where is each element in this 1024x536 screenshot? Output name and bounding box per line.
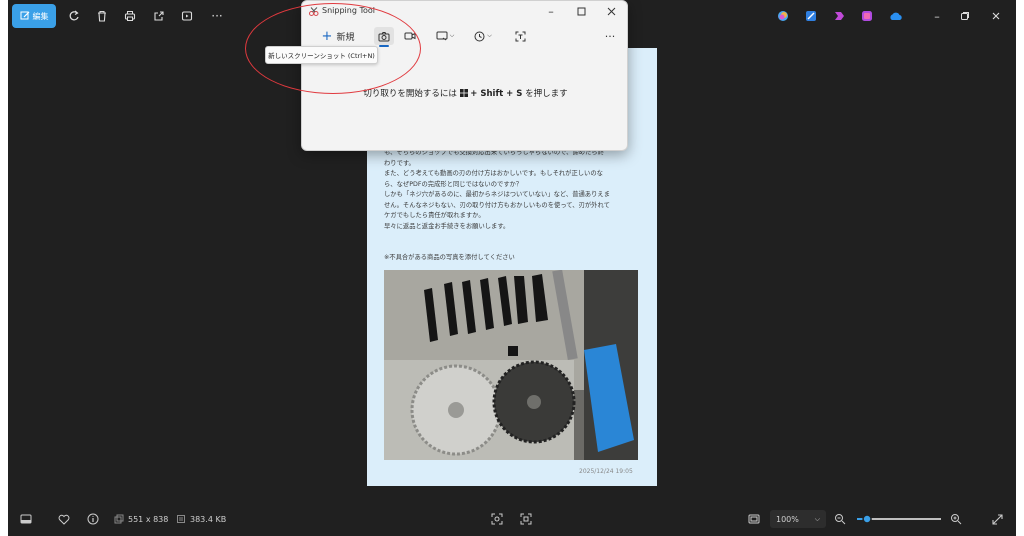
- zoom-in-icon: [951, 514, 962, 525]
- edit-label: 編集: [32, 11, 49, 21]
- rotate-button[interactable]: [63, 5, 85, 27]
- minimize-icon: –: [934, 9, 940, 23]
- restore-icon: [961, 12, 969, 20]
- status-bar: 551 x 838 383.4 KB 100% ⌵: [8, 502, 1016, 536]
- text-scan-icon: [520, 513, 532, 525]
- focus-icon: [491, 513, 503, 525]
- minimize-button[interactable]: –: [926, 5, 948, 27]
- snip-minimize-button[interactable]: –: [540, 3, 562, 19]
- zoom-out-button[interactable]: [834, 512, 846, 526]
- message-line: しかも「ネジ穴があるのに、最初からネジはついていない」など、普通ありえま: [384, 191, 610, 198]
- zoom-out-icon: [835, 514, 846, 525]
- clock-icon: [474, 31, 485, 41]
- designer-icon: [806, 11, 816, 21]
- rectangle-snip-icon: [436, 31, 448, 41]
- edit-button[interactable]: 編集: [12, 4, 56, 28]
- message-line: ケガでもしたら責任が取れますか。: [384, 212, 485, 219]
- share-icon: [154, 11, 164, 21]
- snip-shape-dropdown[interactable]: ⌵: [432, 27, 458, 45]
- dimensions-icon: [114, 514, 124, 524]
- clipchamp-icon: [835, 12, 844, 20]
- copilot-icon: [778, 11, 788, 21]
- minimize-icon: –: [548, 4, 554, 18]
- close-icon: [607, 7, 615, 15]
- delete-button[interactable]: [91, 5, 113, 27]
- chevron-down-icon: ⌵: [487, 32, 492, 39]
- filmstrip-button[interactable]: [20, 512, 32, 526]
- zoom-slider[interactable]: [856, 512, 942, 526]
- image-dimensions: 551 x 838: [114, 512, 168, 526]
- zoom-dropdown[interactable]: 100% ⌵: [770, 510, 826, 528]
- copilot-button[interactable]: [772, 5, 794, 27]
- saw-blades-photo: [384, 270, 638, 460]
- info-icon: [87, 513, 99, 525]
- clipchamp-button[interactable]: [828, 5, 850, 27]
- windows-key-icon: [459, 89, 468, 97]
- dimensions-value: 551 x 838: [128, 514, 169, 524]
- share-button[interactable]: [148, 5, 170, 27]
- onedrive-icon: [890, 12, 902, 20]
- slideshow-button[interactable]: [176, 5, 198, 27]
- editor-icon: [862, 11, 872, 21]
- chevron-down-icon: ⌵: [814, 514, 820, 523]
- annotation-circle: [245, 3, 421, 94]
- file-size: 383.4 KB: [176, 512, 226, 526]
- rotate-icon: [69, 10, 79, 21]
- fullscreen-button[interactable]: [992, 512, 1003, 526]
- snip-more-button[interactable]: ···: [600, 27, 620, 45]
- zoom-value: 100%: [776, 514, 799, 524]
- trash-icon: [98, 10, 106, 22]
- more-icon: ···: [211, 9, 223, 23]
- fit-window-button[interactable]: [748, 512, 760, 526]
- left-margin: [0, 0, 8, 536]
- zoom-slider-track: [857, 514, 941, 524]
- filmstrip-icon: [20, 514, 32, 524]
- message-line: わりです。: [384, 159, 415, 167]
- fit-screen-icon: [748, 514, 760, 524]
- message-line: また、どう考えても動画の刃の付け方はおかしいです。もしそれが正しいのな: [384, 170, 603, 177]
- close-button[interactable]: [985, 5, 1007, 27]
- print-icon: [124, 11, 136, 21]
- text-actions-icon: [515, 31, 525, 41]
- hint-keys: + Shift + S: [470, 89, 523, 99]
- photo-timestamp: 2025/12/24 19:05: [579, 468, 633, 475]
- product-photo: [384, 270, 638, 460]
- snip-close-button[interactable]: [600, 3, 622, 19]
- designer-button[interactable]: [800, 5, 822, 27]
- file-size-icon: [177, 515, 185, 523]
- chevron-down-icon: ⌵: [449, 32, 455, 39]
- print-button[interactable]: [119, 5, 141, 27]
- message-line: 早々に返品と返金お手続きをお願いします。: [384, 222, 510, 230]
- restore-button[interactable]: [954, 5, 976, 27]
- text-recognition-button[interactable]: [520, 512, 532, 526]
- right-margin: [1016, 0, 1024, 536]
- expand-icon: [992, 513, 1003, 525]
- maximize-icon: [577, 7, 585, 15]
- message-line: ら、なぜPDFの完成形と同じではないのですか？: [384, 180, 523, 188]
- edit-icon: [20, 11, 29, 20]
- message-text: も、そちらのショップでも交換対応出来ていらっしゃらないので、諦めたら終 わりです…: [384, 148, 644, 232]
- close-icon: [992, 12, 1000, 20]
- zoom-in-button[interactable]: [950, 512, 962, 526]
- delay-dropdown[interactable]: ⌵: [470, 27, 496, 45]
- more-button[interactable]: ···: [206, 5, 228, 27]
- message-line: せん。そんなネジもない、刃の取り付け方もおかしいものを使って、刃が外れて: [384, 201, 610, 209]
- favorite-button[interactable]: [58, 512, 70, 526]
- hint-prefix: 切り取りを開始するには: [363, 89, 457, 99]
- info-button[interactable]: [87, 512, 99, 526]
- play-icon: [181, 11, 193, 21]
- onedrive-button[interactable]: [885, 5, 907, 27]
- file-size-value: 383.4 KB: [190, 514, 227, 524]
- heart-icon: [58, 514, 70, 525]
- attach-note: ※不具合がある商品の写真を添付してください: [384, 254, 515, 261]
- hint-suffix: を押します: [525, 89, 568, 99]
- text-actions-button[interactable]: [510, 27, 530, 45]
- crop-ocr-button[interactable]: [491, 512, 503, 526]
- more-icon: ···: [604, 29, 616, 43]
- snip-maximize-button[interactable]: [570, 3, 592, 19]
- editor-button[interactable]: [856, 5, 878, 27]
